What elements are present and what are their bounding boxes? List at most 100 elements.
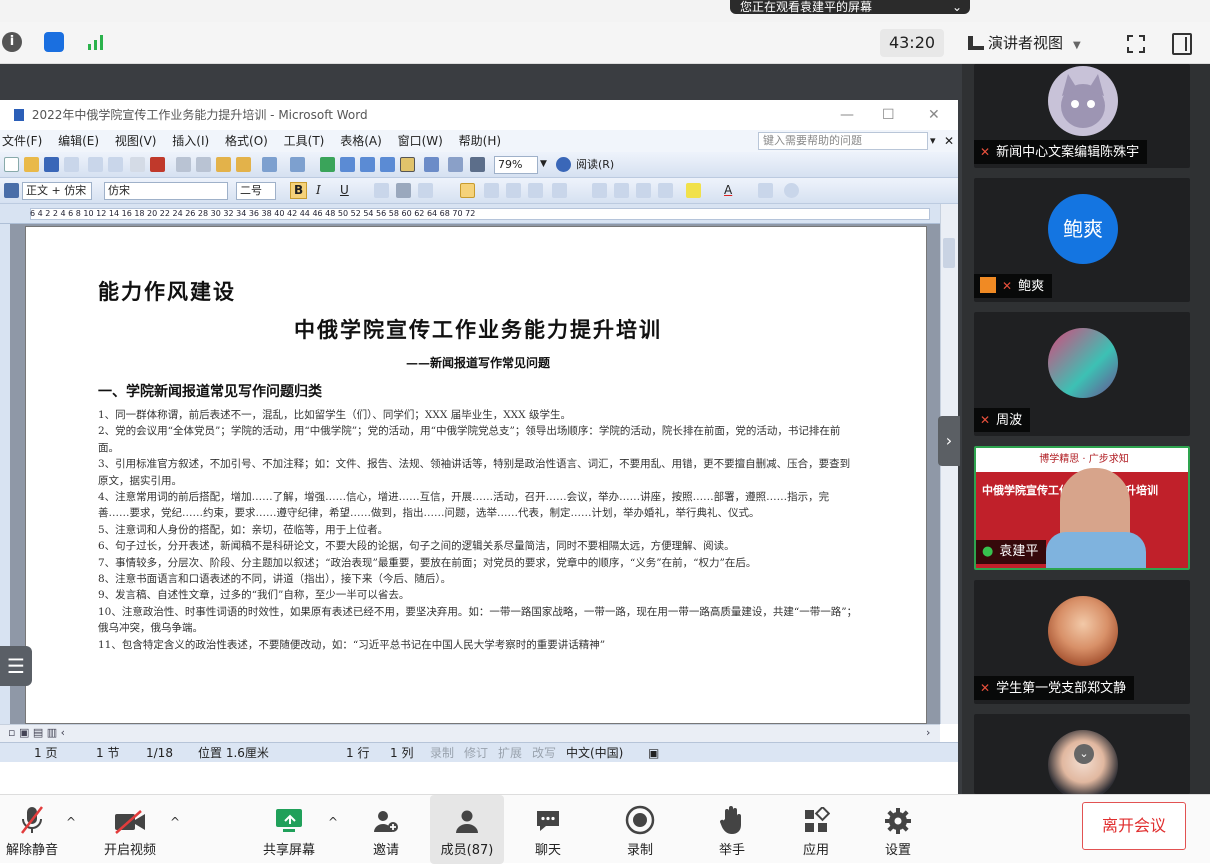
help-search-input[interactable]: 键入需要帮助的问题 <box>758 132 928 150</box>
show-hide-icon[interactable] <box>470 157 485 172</box>
undo-icon[interactable] <box>262 157 277 172</box>
print-preview-icon[interactable] <box>108 157 123 172</box>
members-button[interactable]: 成员(87) <box>430 795 504 864</box>
close-icon[interactable]: ✕ <box>928 100 940 130</box>
columns-icon[interactable] <box>400 157 415 172</box>
char-scale-icon[interactable] <box>418 183 433 198</box>
participant-tile[interactable]: 鲍爽 ✕ 鲍爽 <box>974 178 1190 302</box>
apps-button[interactable]: 应用 <box>786 795 846 864</box>
zoom-select[interactable]: 79% <box>494 156 538 174</box>
read-mode-button[interactable]: 阅读(R) <box>576 156 614 173</box>
char-shading-icon[interactable] <box>396 183 411 198</box>
menu-insert[interactable]: 插入(I) <box>172 134 209 148</box>
presenter-view-dropdown[interactable]: 演讲者视图 ▼ <box>968 29 1081 57</box>
cut-icon[interactable] <box>176 157 191 172</box>
numbering-icon[interactable] <box>592 183 607 198</box>
permission-icon[interactable] <box>64 157 79 172</box>
unmute-button[interactable]: 解除静音 <box>0 795 64 864</box>
status-ovr[interactable]: 改写 <box>532 743 556 763</box>
bullets-icon[interactable] <box>614 183 629 198</box>
style-select[interactable]: 正文 + 仿宋 <box>22 182 92 200</box>
tables-borders-icon[interactable] <box>340 157 355 172</box>
new-doc-icon[interactable] <box>4 157 19 172</box>
menu-view[interactable]: 视图(V) <box>115 134 157 148</box>
info-icon[interactable]: i <box>2 32 22 52</box>
menu-help[interactable]: 帮助(H) <box>459 134 501 148</box>
start-video-button[interactable]: 开启视频 <box>94 795 166 864</box>
drawing-icon[interactable] <box>424 157 439 172</box>
toggle-sidebar-icon[interactable] <box>1172 33 1192 55</box>
print-icon[interactable] <box>88 157 103 172</box>
maximize-icon[interactable]: ☐ <box>882 100 895 130</box>
paste-icon[interactable] <box>216 157 231 172</box>
excel-icon[interactable] <box>380 157 395 172</box>
underline-button[interactable]: U <box>340 182 349 199</box>
bold-button[interactable]: B <box>290 182 308 199</box>
status-trk[interactable]: 修订 <box>464 743 488 763</box>
screen-share-banner[interactable]: 您正在观看袁建平的屏幕 ⌄ <box>730 0 970 14</box>
horizontal-ruler[interactable]: 6 4 2 2 4 6 8 10 12 14 16 18 20 22 24 26… <box>0 204 958 224</box>
audio-options-icon[interactable]: ^ <box>66 815 76 829</box>
participant-tile[interactable]: ⌄ <box>974 714 1190 794</box>
insert-table-icon[interactable] <box>360 157 375 172</box>
menu-edit[interactable]: 编辑(E) <box>58 134 99 148</box>
view-buttons[interactable]: ▫ ▣ ▤ ▥ ‹ <box>8 726 65 739</box>
redo-icon[interactable] <box>290 157 305 172</box>
share-screen-button[interactable]: 共享屏幕 <box>254 795 324 864</box>
dropdown-arrow-icon[interactable]: ▾ <box>930 130 936 152</box>
line-spacing-icon[interactable] <box>552 183 567 198</box>
collapse-panel-icon[interactable]: › <box>938 416 960 466</box>
scroll-right-icon[interactable]: › <box>926 726 930 739</box>
record-button[interactable]: 录制 <box>610 795 670 864</box>
participant-tile[interactable]: ✕ 学生第一党支部郑文静 <box>974 580 1190 704</box>
status-rec[interactable]: 录制 <box>430 743 454 763</box>
share-options-icon[interactable]: ^ <box>328 815 338 829</box>
chat-button[interactable]: 聊天 <box>518 795 578 864</box>
horizontal-scrollbar[interactable]: ▫ ▣ ▤ ▥ ‹ › <box>0 724 940 742</box>
settings-button[interactable]: 设置 <box>868 795 928 864</box>
close-doc-icon[interactable]: ✕ <box>944 130 954 152</box>
fullscreen-icon[interactable] <box>1126 34 1146 54</box>
format-painter-icon[interactable] <box>236 157 251 172</box>
research-icon[interactable] <box>150 157 165 172</box>
font-size-select[interactable]: 二号 <box>236 182 276 200</box>
help-icon[interactable] <box>556 157 571 172</box>
justify-icon[interactable] <box>528 183 543 198</box>
list-icon[interactable]: ☰ <box>0 646 32 686</box>
participant-tile[interactable]: ✕ 周波 <box>974 312 1190 436</box>
signal-icon[interactable] <box>86 32 106 52</box>
spelling-icon[interactable] <box>130 157 145 172</box>
increase-indent-icon[interactable] <box>658 183 673 198</box>
status-ext[interactable]: 扩展 <box>498 743 522 763</box>
align-right-icon[interactable] <box>506 183 521 198</box>
open-icon[interactable] <box>24 157 39 172</box>
minimize-icon[interactable]: — <box>840 100 854 130</box>
chevron-down-icon[interactable]: ⌄ <box>952 0 962 14</box>
decrease-indent-icon[interactable] <box>636 183 651 198</box>
align-left-icon[interactable] <box>460 183 475 198</box>
phonetic-icon[interactable] <box>758 183 773 198</box>
highlight-icon[interactable] <box>686 183 701 198</box>
font-select[interactable]: 仿宋 <box>104 182 228 200</box>
align-center-icon[interactable] <box>484 183 499 198</box>
menu-table[interactable]: 表格(A) <box>340 134 382 148</box>
hyperlink-icon[interactable] <box>320 157 335 172</box>
raise-hand-button[interactable]: 举手 <box>702 795 762 864</box>
chevron-down-icon[interactable]: ⌄ <box>1074 744 1094 764</box>
font-color-button[interactable]: A <box>724 182 732 199</box>
active-speaker-tile[interactable]: 博学精思 · 广步求知 中俄学院宣传工作业务能力提升培训 ●袁建平 <box>974 446 1190 570</box>
dropdown-arrow-icon[interactable]: ▼ <box>540 156 547 173</box>
scrollbar-thumb[interactable] <box>943 238 955 268</box>
doc-map-icon[interactable] <box>448 157 463 172</box>
shield-icon[interactable] <box>44 32 64 52</box>
menu-format[interactable]: 格式(O) <box>225 134 268 148</box>
leave-meeting-button[interactable]: 离开会议 <box>1082 802 1186 850</box>
video-options-icon[interactable]: ^ <box>170 815 180 829</box>
menu-file[interactable]: 文件(F) <box>2 134 42 148</box>
char-border-icon[interactable] <box>374 183 389 198</box>
invite-button[interactable]: 邀请 <box>356 795 416 864</box>
styles-icon[interactable] <box>4 183 19 198</box>
menu-tools[interactable]: 工具(T) <box>284 134 325 148</box>
copy-icon[interactable] <box>196 157 211 172</box>
enclose-chars-icon[interactable] <box>784 183 799 198</box>
